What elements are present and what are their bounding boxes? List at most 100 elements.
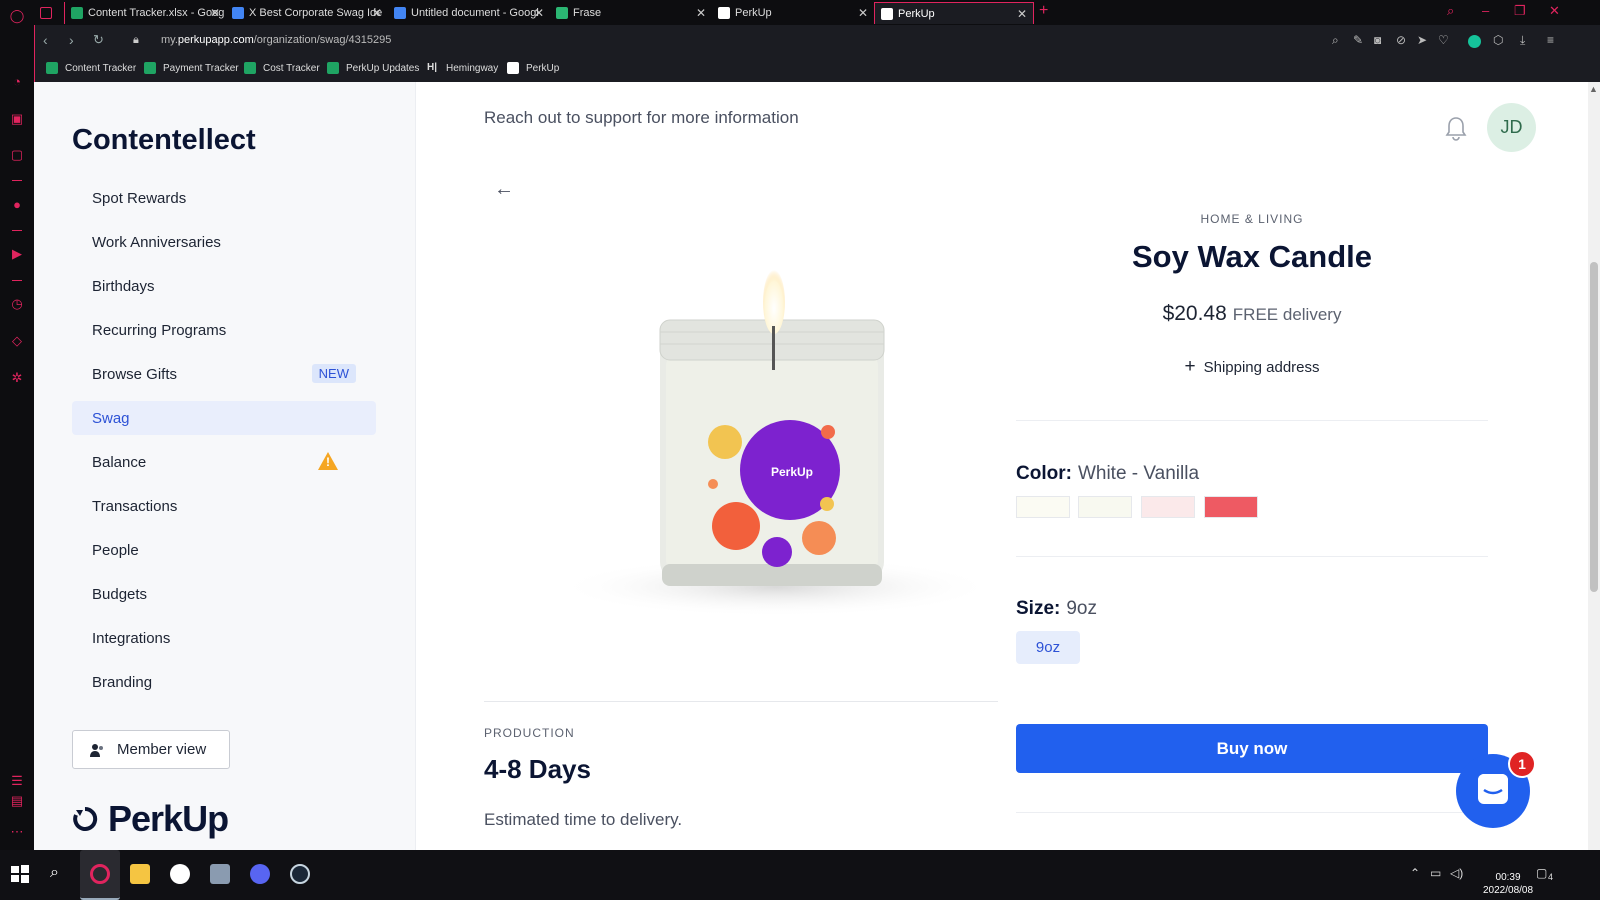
back-nav-icon[interactable]: ‹ (43, 32, 48, 48)
shipping-address-button[interactable]: + Shipping address (1016, 356, 1488, 378)
sidebar-item-budgets[interactable]: Budgets (72, 577, 376, 611)
production-description: Estimated time to delivery. (484, 810, 683, 829)
search-icon[interactable]: ⌕ (1332, 33, 1339, 48)
color-swatch-red[interactable] (1204, 496, 1258, 518)
tab-perkup-active[interactable]: PerkUp ✕ (874, 2, 1034, 24)
sidebar-item-people[interactable]: People (72, 533, 376, 567)
url-field[interactable]: my.perkupapp.com/organization/swag/43152… (161, 34, 391, 46)
sidebar-item-swag[interactable]: Swag (72, 401, 376, 435)
slack-icon[interactable] (170, 864, 190, 884)
color-swatch-cream[interactable] (1078, 496, 1132, 518)
color-swatch-white[interactable] (1016, 496, 1070, 518)
buy-now-button[interactable]: Buy now (1016, 724, 1488, 773)
tab-untitled-document[interactable]: Untitled document - Googl ✕ (388, 2, 550, 24)
bookmark-content-tracker[interactable]: Content Tracker (46, 62, 136, 74)
size-button-9oz[interactable]: 9oz (1016, 631, 1080, 664)
close-icon[interactable]: ✕ (858, 6, 868, 20)
tab-frase[interactable]: Frase ✕ (550, 2, 712, 24)
file-explorer-icon[interactable] (130, 864, 150, 884)
settings-icon[interactable]: ✲ (9, 370, 25, 386)
notifications-icon[interactable]: ▢ (1536, 866, 1547, 880)
discord-icon[interactable] (250, 864, 270, 884)
color-swatch-pink[interactable] (1141, 496, 1195, 518)
close-icon[interactable]: ✕ (696, 6, 706, 20)
org-name: Contentellect (72, 124, 256, 156)
more-icon[interactable]: ⋯ (9, 824, 25, 840)
window-close-icon[interactable]: ✕ (1549, 3, 1560, 19)
extensions-icon[interactable]: ⬡ (1493, 33, 1503, 47)
close-icon[interactable]: ✕ (372, 6, 382, 20)
sidebar-item-spot-rewards[interactable]: Spot Rewards (72, 181, 376, 215)
bookmark-hemingway[interactable]: H| Hemingway (427, 62, 498, 74)
sidebar-item-balance[interactable]: Balance! (72, 445, 376, 479)
scrollbar-thumb[interactable] (1590, 262, 1598, 592)
volume-icon[interactable]: ◁) (1450, 866, 1463, 880)
reload-icon[interactable]: ↻ (93, 32, 104, 48)
grammarly-icon[interactable] (1468, 35, 1481, 48)
opera-logo-icon[interactable]: ◯ (9, 8, 25, 24)
tab-swag-ideas[interactable]: X Best Corporate Swag Ide ✕ (226, 2, 388, 24)
scroll-up-icon[interactable]: ▲ (1589, 84, 1598, 94)
back-arrow-icon[interactable]: ← (494, 178, 514, 201)
edit-icon[interactable]: ✎ (1353, 33, 1363, 47)
tab-title: PerkUp (898, 7, 935, 20)
restore-icon[interactable]: ❐ (1514, 3, 1526, 19)
windows-start-icon[interactable] (10, 864, 30, 884)
tab-title: Content Tracker.xlsx - Goog (88, 7, 225, 19)
sheets-icon (244, 62, 256, 74)
send-icon[interactable]: ➤ (1417, 33, 1427, 47)
bookmark-perkup-updates[interactable]: PerkUp Updates (327, 62, 419, 74)
opera-taskbar-icon[interactable] (80, 850, 120, 900)
network-icon[interactable]: ▭ (1430, 866, 1441, 880)
bag-icon[interactable]: ▣ (9, 111, 25, 127)
player-icon[interactable]: ▶ (9, 246, 25, 262)
menu-icon[interactable]: ≡ (1547, 33, 1554, 47)
close-icon[interactable]: ✕ (210, 6, 220, 20)
sidebar-item-browse-gifts[interactable]: Browse Gifts NEW (72, 357, 376, 391)
sidebar-item-work-anniversaries[interactable]: Work Anniversaries (72, 225, 376, 259)
cube-icon[interactable]: ◇ (9, 333, 25, 349)
minimize-icon[interactable]: – (1482, 3, 1489, 18)
tab-vpn[interactable] (34, 2, 64, 24)
tray-chevron-icon[interactable]: ⌃ (1410, 866, 1420, 880)
member-view-button[interactable]: Member view (72, 730, 230, 769)
camera-icon[interactable]: ◙ (1374, 33, 1381, 47)
tab-islands-icon[interactable]: ☰ (9, 773, 25, 789)
production-label: PRODUCTION (484, 726, 575, 740)
whatsapp-icon[interactable]: ● (9, 196, 25, 212)
sidebar-item-branding[interactable]: Branding (72, 665, 376, 699)
clock[interactable]: 00:39 2022/08/08 (1483, 871, 1533, 897)
speed-dial-icon[interactable]: ◔ (9, 73, 25, 89)
close-icon[interactable]: ✕ (534, 6, 544, 20)
search-tabs-icon[interactable]: ⌕ (1447, 3, 1454, 19)
heart-icon[interactable]: ♡ (1438, 33, 1449, 47)
adblock-icon[interactable]: ⊘ (1396, 33, 1406, 47)
computer-icon[interactable] (210, 864, 230, 884)
divider (1016, 556, 1488, 557)
search-icon[interactable]: ⌕ (50, 864, 70, 884)
sidebar-item-integrations[interactable]: Integrations (72, 621, 376, 655)
page-content: Contentellect Spot Rewards Work Annivers… (34, 82, 1600, 850)
avatar[interactable]: JD (1487, 103, 1536, 152)
sidebar-item-transactions[interactable]: Transactions (72, 489, 376, 523)
sidebar-item-birthdays[interactable]: Birthdays (72, 269, 376, 303)
tab-perkup[interactable]: PerkUp ✕ (712, 2, 874, 24)
steam-icon[interactable] (290, 864, 310, 884)
download-icon[interactable]: ⤓ (1520, 33, 1525, 48)
forward-nav-icon[interactable]: › (69, 32, 74, 48)
workspaces-icon[interactable]: ▤ (9, 793, 25, 809)
bookmark-payment-tracker[interactable]: Payment Tracker (144, 62, 239, 74)
scrollbar[interactable]: ▲ (1588, 82, 1600, 850)
bookmark-cost-tracker[interactable]: Cost Tracker (244, 62, 320, 74)
close-icon[interactable]: ✕ (1017, 7, 1027, 21)
lock-icon[interactable]: 🔒︎ (133, 34, 139, 47)
tab-content-tracker[interactable]: Content Tracker.xlsx - Goog ✕ (64, 2, 226, 24)
candle-label: PerkUp (771, 465, 813, 479)
history-icon[interactable]: ◷ (9, 296, 25, 312)
bell-icon[interactable] (1445, 116, 1467, 142)
twitch-icon[interactable]: ▢ (9, 147, 25, 163)
sidebar-item-recurring-programs[interactable]: Recurring Programs (72, 313, 376, 347)
bookmark-perkup[interactable]: PerkUp (507, 62, 559, 74)
warning-icon: ! (318, 452, 338, 470)
new-tab-icon[interactable]: + (1039, 2, 1048, 20)
